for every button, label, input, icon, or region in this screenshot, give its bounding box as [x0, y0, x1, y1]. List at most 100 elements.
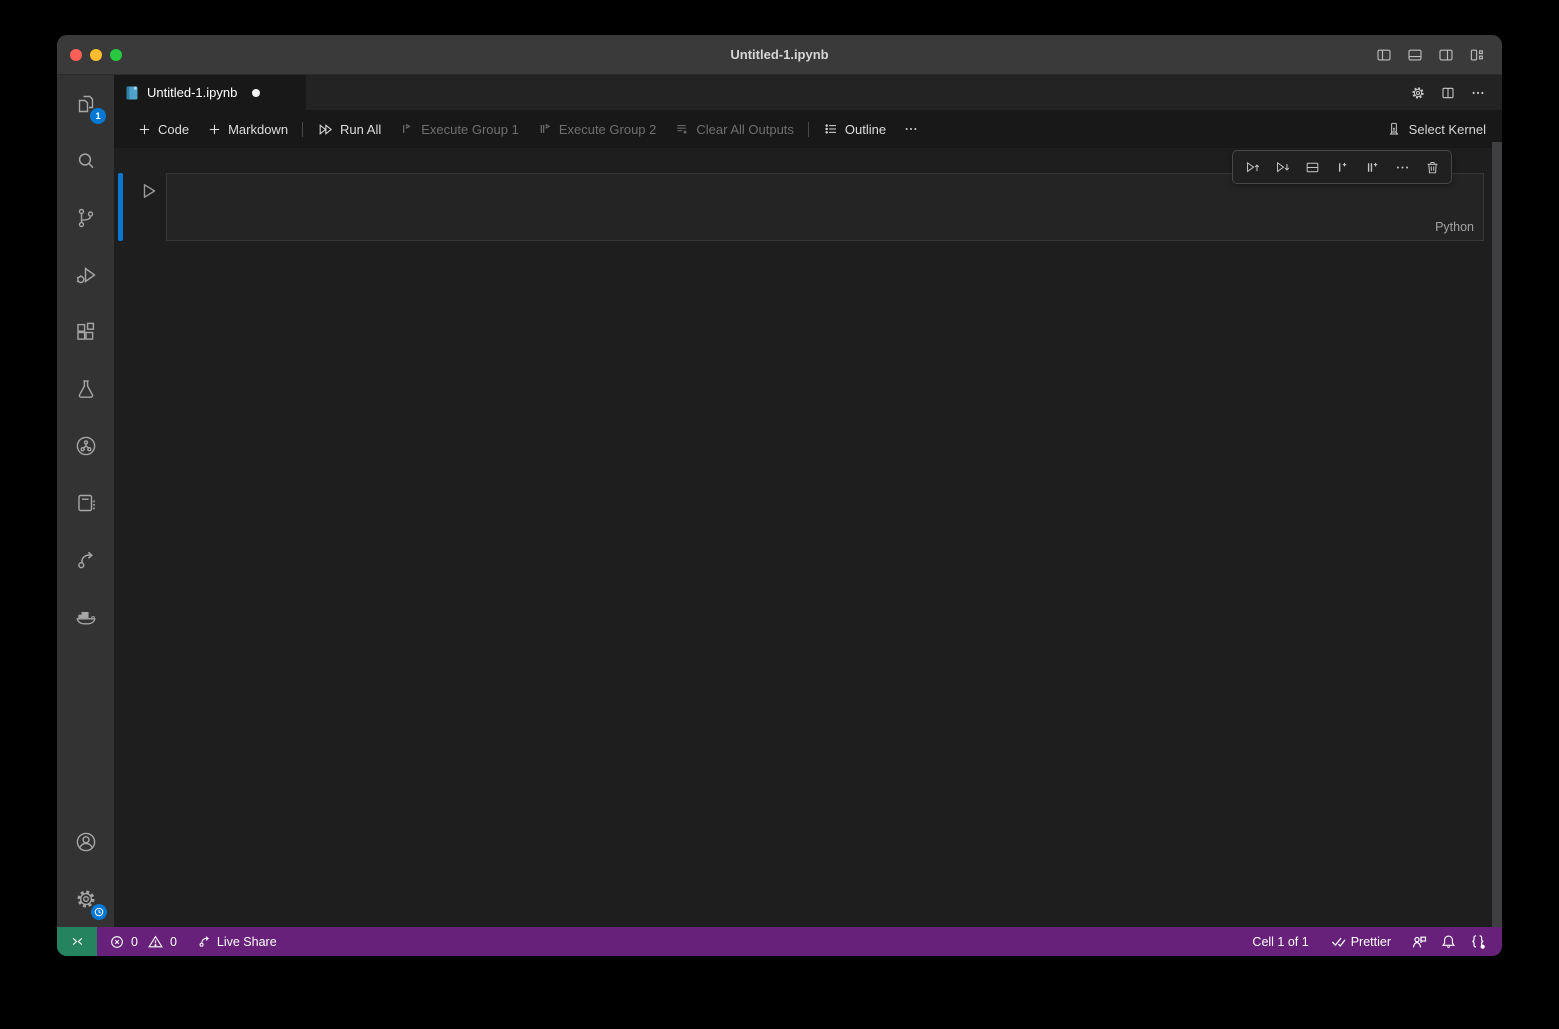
- bell-icon: [1441, 934, 1456, 949]
- double-check-icon: [1331, 934, 1346, 949]
- cell-position-status[interactable]: Cell 1 of 1: [1245, 927, 1315, 956]
- explorer-badge: 1: [90, 108, 106, 124]
- select-kernel-button[interactable]: Select Kernel: [1386, 121, 1502, 137]
- more-actions-icon[interactable]: [1470, 85, 1486, 101]
- list-outline-icon: [823, 121, 839, 137]
- live-share-status[interactable]: Live Share: [190, 927, 284, 956]
- sidebar-item-docker[interactable]: [57, 588, 114, 645]
- execute-group-1-icon: [399, 121, 415, 137]
- execute-group-2-icon: [537, 121, 553, 137]
- toolbar-separator: [302, 122, 303, 137]
- notebook-scrollbar[interactable]: [1492, 142, 1502, 927]
- split-cell-icon[interactable]: [1297, 152, 1327, 182]
- sidebar-item-run-debug[interactable]: [57, 246, 114, 303]
- toggle-primary-sidebar-icon[interactable]: [1373, 44, 1395, 66]
- outline-button[interactable]: Outline: [814, 117, 895, 141]
- notifications-button[interactable]: [1434, 927, 1463, 956]
- manage-button[interactable]: [57, 870, 114, 927]
- tab-strip: Untitled-1.ipynb: [114, 75, 1502, 110]
- toolbar-separator: [808, 122, 809, 137]
- notebook-settings-gear-icon[interactable]: [1410, 85, 1426, 101]
- add-icon: [137, 122, 152, 137]
- problems-status[interactable]: 0 0: [103, 927, 184, 956]
- tab-actions: [1410, 75, 1502, 110]
- add-markdown-label: Markdown: [228, 122, 288, 137]
- errors-icon: [110, 935, 124, 949]
- accounts-button[interactable]: [57, 813, 114, 870]
- circle-fork-icon: [74, 434, 98, 458]
- execute-group-1-label: Execute Group 1: [421, 122, 519, 137]
- clear-all-outputs-button[interactable]: Clear All Outputs: [665, 117, 803, 141]
- main-area: 1: [57, 75, 1502, 927]
- toggle-panel-icon[interactable]: [1404, 44, 1426, 66]
- layout-controls: [1373, 44, 1488, 66]
- sidebar-item-extensions[interactable]: [57, 303, 114, 360]
- run-all-button[interactable]: Run All: [308, 117, 390, 142]
- remote-indicator-button[interactable]: [57, 927, 97, 956]
- execute-group-2-label: Execute Group 2: [559, 122, 657, 137]
- sidebar-item-notebooks[interactable]: [57, 474, 114, 531]
- insert-cell-right-icon[interactable]: [1357, 152, 1387, 182]
- dirty-indicator[interactable]: [252, 89, 260, 97]
- activity-bar: 1: [57, 75, 114, 927]
- sidebar-item-search[interactable]: [57, 132, 114, 189]
- clear-outputs-label: Clear All Outputs: [696, 122, 794, 137]
- warning-count: 0: [170, 935, 177, 949]
- insert-cell-left-icon[interactable]: [1327, 152, 1357, 182]
- beaker-icon: [74, 377, 98, 401]
- account-icon: [74, 830, 98, 854]
- zoom-window-button[interactable]: [110, 49, 122, 61]
- search-icon: [74, 149, 98, 173]
- debug-icon: [74, 263, 98, 287]
- language-status-button[interactable]: [1463, 927, 1494, 956]
- extensions-icon: [74, 320, 98, 344]
- sidebar-item-testing[interactable]: [57, 360, 114, 417]
- git-branch-icon: [74, 206, 98, 230]
- title-bar: Untitled-1.ipynb: [57, 35, 1502, 75]
- add-code-label: Code: [158, 122, 189, 137]
- remote-indicator-icon: [70, 934, 85, 949]
- close-window-button[interactable]: [70, 49, 82, 61]
- run-cell-and-below-icon[interactable]: [1267, 152, 1297, 182]
- cell-more-actions-icon[interactable]: [1387, 152, 1417, 182]
- delete-cell-icon[interactable]: [1417, 152, 1447, 182]
- outline-label: Outline: [845, 122, 886, 137]
- warnings-icon: [148, 934, 163, 949]
- error-count: 0: [131, 935, 138, 949]
- cell-position-label: Cell 1 of 1: [1252, 935, 1308, 949]
- minimize-window-button[interactable]: [90, 49, 102, 61]
- sidebar-item-source-control[interactable]: [57, 189, 114, 246]
- live-share-icon: [197, 934, 212, 949]
- live-share-label: Live Share: [217, 935, 277, 949]
- run-all-icon: [317, 121, 334, 138]
- vscode-window: Untitled-1.ipynb 1: [57, 35, 1502, 956]
- add-code-cell-button[interactable]: Code: [128, 118, 198, 141]
- run-cells-above-icon[interactable]: [1237, 152, 1267, 182]
- toggle-secondary-sidebar-icon[interactable]: [1435, 44, 1457, 66]
- prettier-label: Prettier: [1351, 935, 1391, 949]
- docker-whale-icon: [74, 605, 98, 629]
- live-share-icon: [74, 548, 98, 572]
- split-editor-icon[interactable]: [1440, 85, 1456, 101]
- execute-group-1-button[interactable]: Execute Group 1: [390, 117, 528, 141]
- status-bar: 0 0 Live Share Cell 1 of 1 P: [57, 927, 1502, 956]
- tab-untitled-notebook[interactable]: Untitled-1.ipynb: [114, 75, 306, 110]
- clock-icon: [93, 906, 105, 918]
- customize-layout-icon[interactable]: [1466, 44, 1488, 66]
- cell-language-picker[interactable]: Python: [1435, 220, 1474, 234]
- prettier-status[interactable]: Prettier: [1324, 927, 1398, 956]
- cell-focus-indicator[interactable]: [118, 173, 123, 241]
- editor-area: Untitled-1.ipynb: [114, 75, 1502, 927]
- toolbar-more-actions-icon[interactable]: [895, 117, 927, 141]
- feedback-button[interactable]: [1404, 927, 1434, 956]
- play-icon: [138, 181, 158, 201]
- add-markdown-cell-button[interactable]: Markdown: [198, 118, 297, 141]
- sidebar-item-live-share[interactable]: [57, 531, 114, 588]
- run-cell-button[interactable]: [138, 181, 158, 201]
- sidebar-item-explorer[interactable]: 1: [57, 75, 114, 132]
- execute-group-2-button[interactable]: Execute Group 2: [528, 117, 666, 141]
- manage-clock-badge: [91, 904, 107, 920]
- sidebar-item-jupyter-kernels[interactable]: [57, 417, 114, 474]
- traffic-lights: [70, 49, 122, 61]
- notebook-file-icon: [124, 85, 140, 101]
